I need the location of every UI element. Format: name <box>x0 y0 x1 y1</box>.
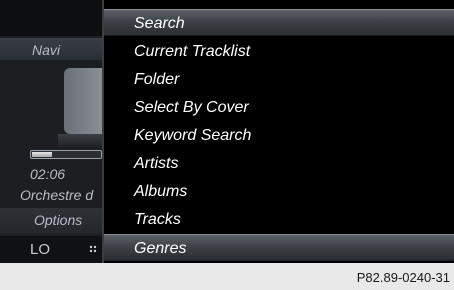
menu-item-keyword-search[interactable]: Keyword Search <box>104 122 454 149</box>
menu-item-artists[interactable]: Artists <box>104 150 454 177</box>
media-screen: Navi 02:06 Orchestre d Options LO Search… <box>0 0 454 263</box>
figure-caption: P82.89-0240-31 <box>356 270 450 285</box>
artist-name: Orchestre d <box>20 187 94 203</box>
menu-item-current-tracklist[interactable]: Current Tracklist <box>104 38 454 65</box>
sound-settings-icon <box>89 245 97 253</box>
menu-item-genres[interactable]: Genres <box>104 234 454 261</box>
top-strip <box>0 0 102 36</box>
album-cover-reflection <box>58 134 102 148</box>
menu-item-albums[interactable]: Albums <box>104 178 454 205</box>
bottom-bar <box>0 236 102 263</box>
navi-label: Navi <box>32 42 61 58</box>
menu-item-tracks[interactable]: Tracks <box>104 206 454 233</box>
search-menu: Search Current Tracklist Folder Select B… <box>102 0 454 263</box>
track-progress-fill <box>32 152 52 157</box>
track-time: 02:06 <box>30 166 66 182</box>
menu-item-search[interactable]: Search <box>104 9 454 36</box>
track-progress-bar <box>30 150 102 159</box>
menu-item-folder[interactable]: Folder <box>104 66 454 93</box>
sound-label: LO <box>30 241 51 258</box>
options-label: Options <box>34 212 83 228</box>
album-cover-image <box>64 68 102 134</box>
menu-item-select-by-cover[interactable]: Select By Cover <box>104 94 454 121</box>
background-media-panel: Navi 02:06 Orchestre d Options LO <box>0 0 102 263</box>
